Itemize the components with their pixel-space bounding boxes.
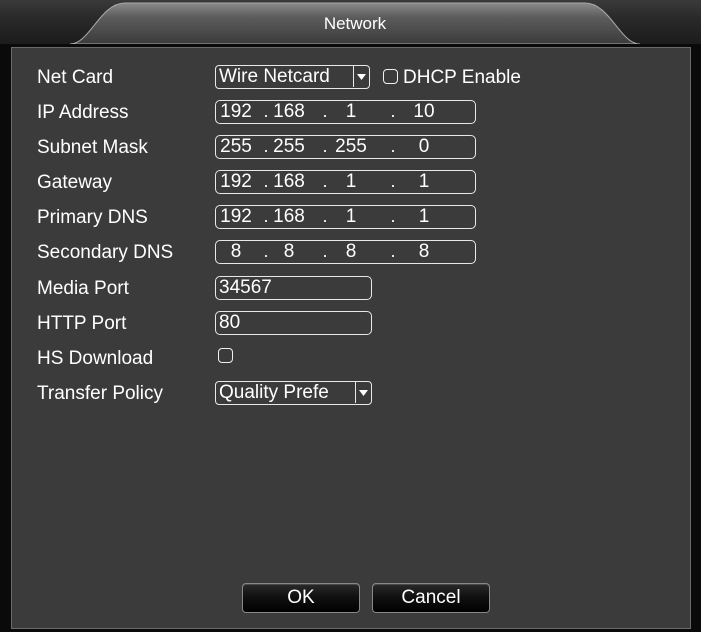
primary-dns-label: Primary DNS (37, 207, 148, 228)
row-hs-download: HS Download (12, 346, 692, 374)
ip-dot: . (390, 101, 396, 121)
transfer-policy-label: Transfer Policy (37, 383, 163, 404)
hs-download-checkbox[interactable] (218, 348, 233, 363)
dhcp-enable-checkbox[interactable] (383, 69, 398, 84)
secondary-dns-field[interactable]: 8 . 8 . 8 . 8 (215, 240, 476, 264)
row-subnet-mask: Subnet Mask 255 . 255 . 255 . 0 (12, 135, 692, 163)
chevron-down-icon[interactable] (353, 66, 369, 87)
ip-octet-1[interactable]: 192 (216, 101, 256, 123)
row-media-port: Media Port 34567 (12, 276, 692, 304)
subnet-octet-1[interactable]: 255 (216, 136, 256, 158)
hs-download-label: HS Download (37, 348, 154, 369)
network-dialog: Network Net Card Wire Netcard DHCP Enabl… (0, 0, 701, 632)
primary-dns-octet-2[interactable]: 168 (269, 206, 309, 228)
cancel-button[interactable]: Cancel (372, 583, 490, 613)
gateway-octet-4[interactable]: 1 (404, 171, 444, 193)
http-port-input[interactable]: 80 (215, 311, 372, 335)
primary-dns-octet-3[interactable]: 1 (331, 206, 371, 228)
subnet-octet-3[interactable]: 255 (331, 136, 371, 158)
http-port-label: HTTP Port (37, 313, 127, 334)
title-bar: Network (0, 0, 701, 44)
row-secondary-dns: Secondary DNS 8 . 8 . 8 . 8 (12, 240, 692, 268)
ip-octet-2[interactable]: 168 (269, 101, 309, 123)
transfer-policy-value: Quality Prefe (219, 382, 329, 403)
subnet-mask-label: Subnet Mask (37, 137, 148, 158)
secondary-dns-octet-3[interactable]: 8 (331, 241, 371, 263)
ip-address-field[interactable]: 192 . 168 . 1 . 10 (215, 100, 476, 124)
media-port-input[interactable]: 34567 (215, 276, 372, 300)
gateway-octet-3[interactable]: 1 (331, 171, 371, 193)
row-http-port: HTTP Port 80 (12, 311, 692, 339)
secondary-dns-octet-4[interactable]: 8 (404, 241, 444, 263)
ip-octet-3[interactable]: 1 (331, 101, 371, 123)
ip-dot: . (322, 171, 328, 191)
media-port-label: Media Port (37, 278, 129, 299)
gateway-field[interactable]: 192 . 168 . 1 . 1 (215, 170, 476, 194)
subnet-octet-2[interactable]: 255 (269, 136, 309, 158)
ip-dot: . (322, 241, 328, 261)
row-net-card: Net Card Wire Netcard DHCP Enable (12, 65, 692, 93)
ip-dot: . (390, 136, 396, 156)
secondary-dns-octet-1[interactable]: 8 (216, 241, 256, 263)
subnet-mask-field[interactable]: 255 . 255 . 255 . 0 (215, 135, 476, 159)
dialog-title: Network (323, 14, 387, 33)
ip-octet-4[interactable]: 10 (404, 101, 444, 123)
network-settings-panel: Net Card Wire Netcard DHCP Enable IP Add… (11, 47, 691, 629)
chevron-down-icon[interactable] (355, 382, 371, 403)
secondary-dns-label: Secondary DNS (37, 242, 174, 263)
net-card-select[interactable]: Wire Netcard (215, 65, 370, 89)
row-primary-dns: Primary DNS 192 . 168 . 1 . 1 (12, 205, 692, 233)
gateway-label: Gateway (37, 172, 112, 193)
row-ip-address: IP Address 192 . 168 . 1 . 10 (12, 100, 692, 128)
net-card-label: Net Card (37, 67, 114, 88)
title-tab: Network (70, 0, 640, 44)
ok-button[interactable]: OK (242, 583, 360, 613)
ip-dot: . (322, 136, 328, 156)
row-gateway: Gateway 192 . 168 . 1 . 1 (12, 170, 692, 198)
ip-dot: . (390, 206, 396, 226)
primary-dns-octet-1[interactable]: 192 (216, 206, 256, 228)
ip-dot: . (390, 171, 396, 191)
ip-dot: . (322, 101, 328, 121)
gateway-octet-1[interactable]: 192 (216, 171, 256, 193)
primary-dns-field[interactable]: 192 . 168 . 1 . 1 (215, 205, 476, 229)
row-transfer-policy: Transfer Policy Quality Prefe (12, 381, 692, 409)
ip-dot: . (322, 206, 328, 226)
ip-dot: . (390, 241, 396, 261)
dhcp-enable-label: DHCP Enable (403, 67, 521, 88)
subnet-octet-4[interactable]: 0 (404, 136, 444, 158)
primary-dns-octet-4[interactable]: 1 (404, 206, 444, 228)
net-card-value: Wire Netcard (219, 66, 330, 87)
gateway-octet-2[interactable]: 168 (269, 171, 309, 193)
secondary-dns-octet-2[interactable]: 8 (269, 241, 309, 263)
ip-address-label: IP Address (37, 102, 129, 123)
transfer-policy-select[interactable]: Quality Prefe (215, 381, 372, 405)
